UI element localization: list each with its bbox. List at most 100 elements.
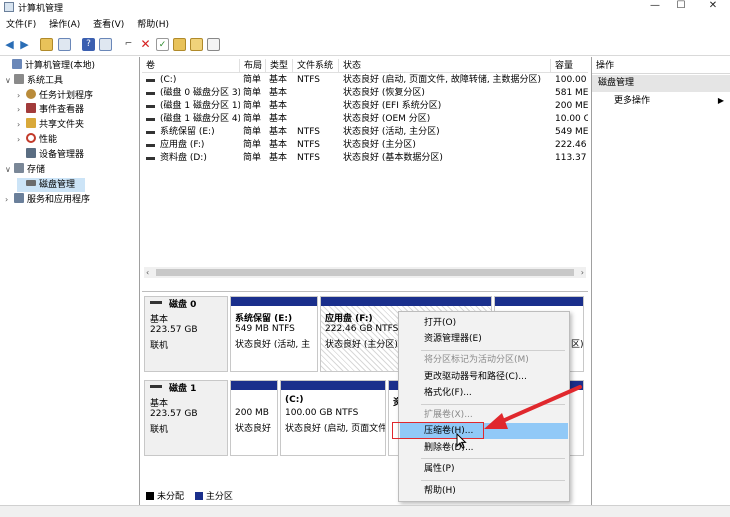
expand-icon[interactable]: › xyxy=(17,89,26,103)
window-title: 计算机管理 xyxy=(18,4,64,14)
shared-folder-icon xyxy=(26,118,36,128)
more-actions-link[interactable]: 更多操作 ▶ xyxy=(614,94,724,108)
clock-icon xyxy=(26,89,36,99)
volume-icon xyxy=(146,157,155,160)
search-folder-icon[interactable] xyxy=(190,38,203,51)
disk-status: 联机 xyxy=(150,425,169,435)
back-icon[interactable]: ◀ xyxy=(3,38,16,51)
col-volume[interactable]: 卷 xyxy=(142,59,240,73)
navigation-tree: 计算机管理(本地) ∨ 系统工具 › 任务计划程序 › 事件查看器 › 共享文件夹 › 性… xyxy=(0,57,140,505)
services-icon xyxy=(14,193,24,203)
tree-item-system-tools[interactable]: ∨ 系统工具 xyxy=(5,74,137,88)
table-row[interactable]: (磁盘 1 磁盘分区 1) 简单 基本 状态良好 (EFI 系统分区) 200 … xyxy=(142,100,588,113)
scrollbar-thumb[interactable] xyxy=(156,269,574,276)
legend-unallocated: 未分配 xyxy=(157,492,185,502)
col-capacity[interactable]: 容量 xyxy=(551,59,588,73)
red-arrow-icon xyxy=(484,385,582,429)
help-icon[interactable]: ? xyxy=(82,38,95,51)
tree-item-storage[interactable]: ∨ 存储 xyxy=(5,163,137,177)
menu-action[interactable]: 操作(A) xyxy=(49,17,80,33)
partition-system-reserved[interactable]: 系统保留 (E:) 549 MB NTFS 状态良好 (活动, 主 xyxy=(230,296,318,372)
scroll-right-icon[interactable]: › xyxy=(581,267,584,278)
connect-icon[interactable]: ⌐ xyxy=(122,38,135,51)
panel-icon[interactable] xyxy=(99,38,112,51)
event-viewer-icon xyxy=(26,103,36,113)
tree-item-shared-folders[interactable]: › 共享文件夹 xyxy=(17,118,137,132)
tree-item-performance[interactable]: › 性能 xyxy=(17,133,137,147)
volume-icon xyxy=(146,79,155,82)
delete-icon[interactable]: ✕ xyxy=(139,38,152,51)
storage-icon xyxy=(14,163,24,173)
tree-item-label: 服务和应用程序 xyxy=(27,195,91,205)
tree-item-disk-management[interactable]: 磁盘管理 xyxy=(17,178,85,192)
check-icon[interactable]: ✓ xyxy=(156,38,169,51)
tree-item-label: 性能 xyxy=(39,135,58,145)
col-layout[interactable]: 布局 xyxy=(240,59,266,73)
tree-item-device-manager[interactable]: 设备管理器 xyxy=(17,148,137,162)
forward-icon[interactable]: ▶ xyxy=(18,38,31,51)
menu-item-open[interactable]: 打开(O) xyxy=(400,315,568,331)
table-row[interactable]: 资料盘 (D:) 简单 基本 NTFS 状态良好 (基本数据分区) 113.37 xyxy=(142,152,588,165)
properties-icon[interactable] xyxy=(207,38,220,51)
performance-icon xyxy=(26,133,36,143)
toolbar: ◀ ▶ ? ⌐ ✕ ✓ xyxy=(0,34,730,56)
tree-item-label: 共享文件夹 xyxy=(39,120,85,130)
col-type[interactable]: 类型 xyxy=(266,59,293,73)
tree-item-task-scheduler[interactable]: › 任务计划程序 xyxy=(17,89,137,103)
expand-icon[interactable]: ∨ xyxy=(5,74,14,88)
expand-icon[interactable]: ∨ xyxy=(5,163,14,177)
horizontal-scrollbar[interactable]: ‹ › xyxy=(144,267,586,278)
tree-item-computer-management[interactable]: 计算机管理(本地) xyxy=(3,59,137,73)
partition-efi[interactable]: 200 MB 状态良好 xyxy=(230,380,278,456)
volume-icon xyxy=(146,118,155,121)
close-button[interactable]: ✕ xyxy=(698,0,728,14)
menu-item-mark-active[interactable]: 将分区标记为活动分区(M) xyxy=(400,352,568,368)
legend-primary: 主分区 xyxy=(205,492,233,502)
status-bar xyxy=(0,505,730,517)
expand-icon[interactable]: › xyxy=(17,103,26,117)
scroll-left-icon[interactable]: ‹ xyxy=(146,267,149,278)
menu-item-properties[interactable]: 属性(P) xyxy=(400,461,568,477)
disk-name: 磁盘 0 xyxy=(169,300,197,310)
table-row[interactable]: 应用盘 (F:) 简单 基本 NTFS 状态良好 (主分区) 222.46 xyxy=(142,139,588,152)
tree-item-label: 磁盘管理 xyxy=(39,180,76,190)
disk-1-label[interactable]: 磁盘 1 基本 223.57 GB 联机 xyxy=(144,380,228,456)
disk-status: 联机 xyxy=(150,341,169,351)
maximize-button[interactable]: ☐ xyxy=(666,0,696,14)
menu-file[interactable]: 文件(F) xyxy=(6,17,36,33)
col-status[interactable]: 状态 xyxy=(339,59,551,73)
volume-icon xyxy=(146,105,155,108)
actions-section-disk-management[interactable]: 磁盘管理 xyxy=(592,75,730,92)
menu-item-explorer[interactable]: 资源管理器(E) xyxy=(400,331,568,347)
folder-icon[interactable] xyxy=(173,38,186,51)
volume-list-header: 卷 布局 类型 文件系统 状态 容量 xyxy=(142,59,588,73)
expand-icon[interactable]: › xyxy=(17,133,26,147)
tree-item-event-viewer[interactable]: › 事件查看器 xyxy=(17,103,137,117)
expand-icon[interactable]: › xyxy=(17,118,26,132)
volume-icon xyxy=(146,92,155,95)
menu-view[interactable]: 查看(V) xyxy=(93,17,124,33)
menu-help[interactable]: 帮助(H) xyxy=(137,17,169,33)
menu-item-help[interactable]: 帮助(H) xyxy=(400,483,568,499)
partition-c-drive[interactable]: (C:) 100.00 GB NTFS 状态良好 (启动, 页面文件 xyxy=(280,380,386,456)
table-row[interactable]: 系统保留 (E:) 简单 基本 NTFS 状态良好 (活动, 主分区) 549 … xyxy=(142,126,588,139)
actions-pane: 操作 磁盘管理 更多操作 ▶ xyxy=(591,57,730,505)
col-filesystem[interactable]: 文件系统 xyxy=(293,59,339,73)
table-row[interactable]: (C:) 简单 基本 NTFS 状态良好 (启动, 页面文件, 故障转储, 主数… xyxy=(142,74,588,87)
legend-unallocated-swatch xyxy=(146,492,154,500)
menu-item-delete-volume[interactable]: 删除卷(D)... xyxy=(400,440,568,456)
table-row[interactable]: (磁盘 0 磁盘分区 3) 简单 基本 状态良好 (恢复分区) 581 ME xyxy=(142,87,588,100)
actions-header: 操作 xyxy=(592,59,730,74)
device-manager-icon xyxy=(26,148,36,158)
up-folder-icon[interactable] xyxy=(40,38,53,51)
tree-item-services-apps[interactable]: › 服务和应用程序 xyxy=(5,193,137,207)
disk-0-label[interactable]: 磁盘 0 基本 223.57 GB 联机 xyxy=(144,296,228,372)
disk-type: 基本 xyxy=(150,315,169,325)
show-hide-tree-icon[interactable] xyxy=(58,38,71,51)
table-row[interactable]: (磁盘 1 磁盘分区 4) 简单 基本 状态良好 (OEM 分区) 10.00 … xyxy=(142,113,588,126)
volume-icon xyxy=(146,131,155,134)
expand-icon[interactable]: › xyxy=(5,193,14,207)
menu-item-change-drive-letter[interactable]: 更改驱动器号和路径(C)... xyxy=(400,369,568,385)
disk-type: 基本 xyxy=(150,399,169,409)
tree-item-label: 设备管理器 xyxy=(39,150,85,160)
